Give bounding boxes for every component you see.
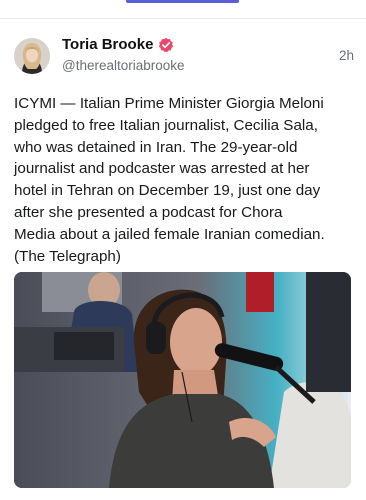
- author-handle[interactable]: @therealtoriabrooke: [62, 58, 185, 73]
- avatar[interactable]: [14, 38, 50, 74]
- post-timestamp: 2h: [338, 48, 354, 63]
- photo-journalist-podcast-studio: [14, 272, 351, 488]
- avatar-image: [14, 38, 50, 74]
- post-media-image[interactable]: [14, 272, 351, 488]
- post-header: Toria Brooke @therealtoriabrooke 2h: [14, 34, 354, 78]
- post-body-text: ICYMI — Italian Prime Minister Giorgia M…: [14, 95, 325, 265]
- author-name[interactable]: Toria Brooke: [62, 36, 153, 53]
- verified-badge-icon: [158, 37, 174, 53]
- active-tab-indicator: [126, 0, 239, 3]
- top-bar: [0, 0, 366, 19]
- author-name-row: Toria Brooke: [62, 36, 174, 53]
